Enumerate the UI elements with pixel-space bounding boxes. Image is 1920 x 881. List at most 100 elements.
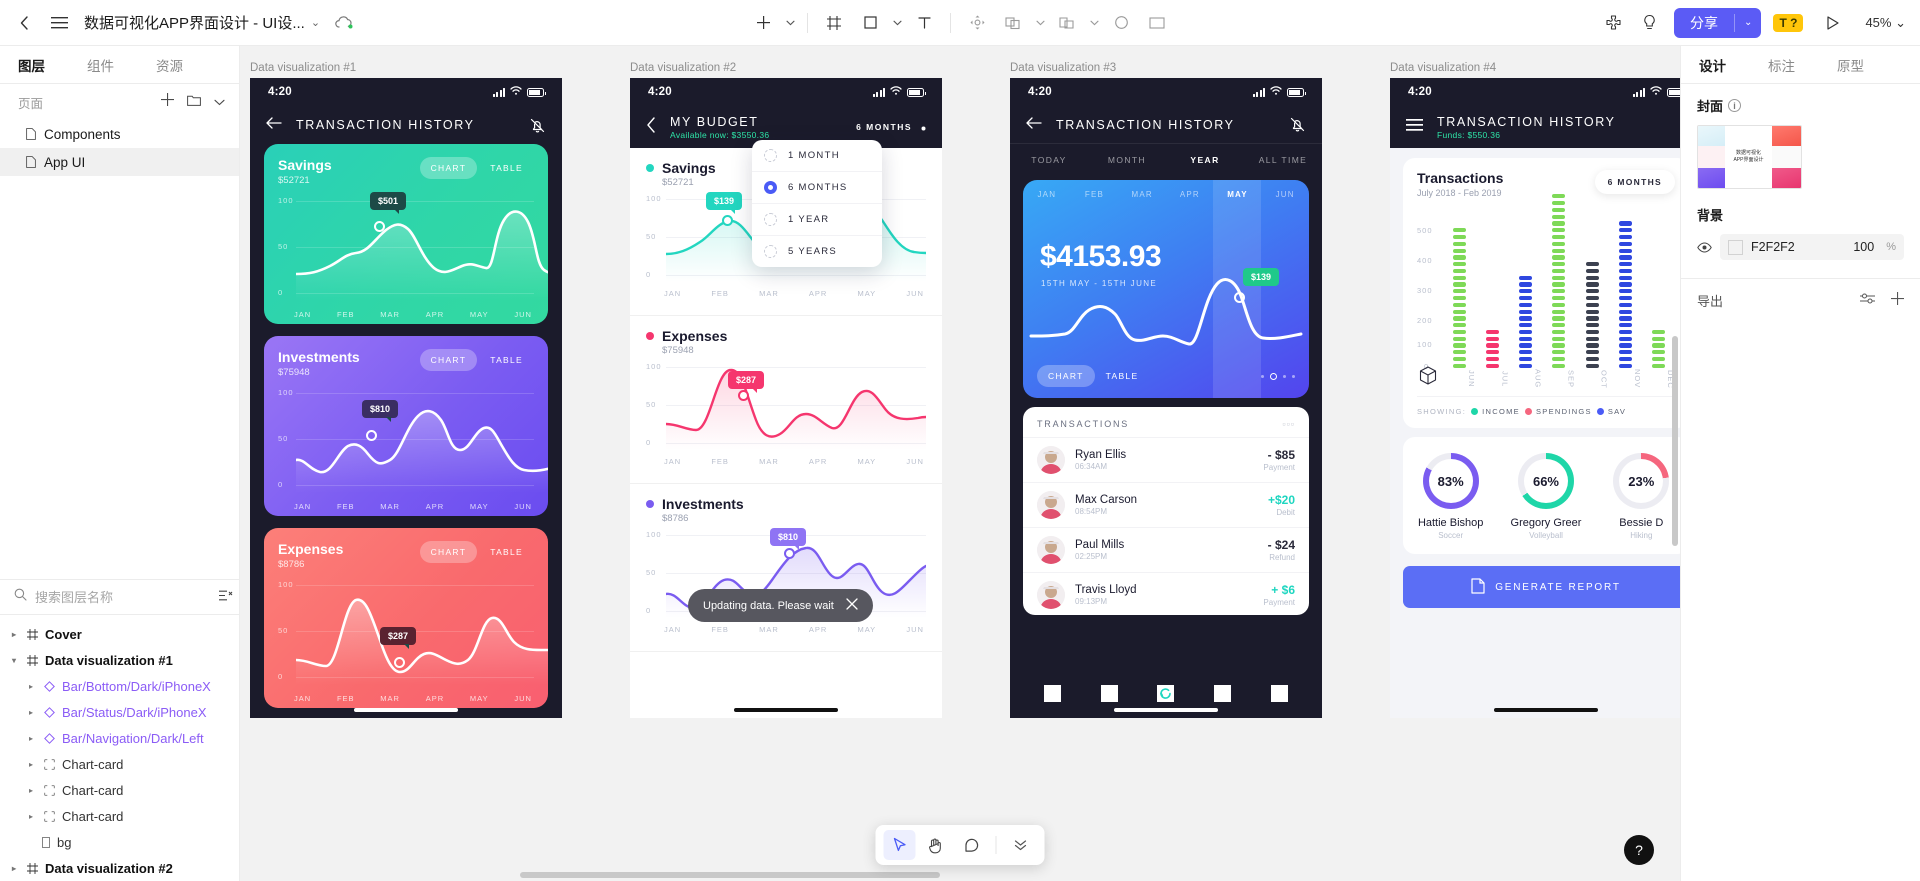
help-button[interactable]: ? xyxy=(1624,835,1654,865)
background-color-field[interactable]: F2F2F2 100 % xyxy=(1720,234,1904,260)
layer-twisty-icon[interactable]: ▸ xyxy=(25,734,37,743)
layer-row-bg[interactable]: bg xyxy=(0,829,239,855)
tab-components[interactable]: 组件 xyxy=(87,55,114,75)
ring-item-bessie[interactable]: 23% Bessie D Hiking xyxy=(1594,453,1680,540)
tab-square-2[interactable] xyxy=(1100,685,1118,702)
shape-rect-icon[interactable] xyxy=(853,6,887,40)
layer-row-dataviz1[interactable]: ▾ Data visualization #1 xyxy=(0,647,239,673)
bar-column-sep[interactable] xyxy=(1542,194,1575,368)
segment-table[interactable]: TABLE xyxy=(479,349,534,371)
layer-row-bar-navigation[interactable]: ▸ Bar/Navigation/Dark/Left xyxy=(0,725,239,751)
hero-data-point[interactable] xyxy=(1234,292,1245,303)
frame-label[interactable]: Data visualization #1 xyxy=(250,62,562,74)
period-selector[interactable]: 6 MONTHS xyxy=(856,118,926,136)
page-item-app-ui[interactable]: App UI xyxy=(0,148,239,176)
present-play-icon[interactable] xyxy=(1815,6,1849,40)
data-point-marker[interactable] xyxy=(374,221,385,232)
segment-table[interactable]: TABLE xyxy=(479,541,534,563)
month-may[interactable]: MAY xyxy=(1214,190,1262,199)
month-jun[interactable]: JUN xyxy=(1261,190,1309,199)
frame-data-visualization-3[interactable]: Data visualization #3 4:20 TRANSACTION H… xyxy=(1010,62,1322,718)
cursor-tool[interactable] xyxy=(883,830,916,860)
layer-twisty-icon[interactable]: ▸ xyxy=(25,812,37,821)
bell-off-icon[interactable] xyxy=(529,117,546,134)
tab-year[interactable]: YEAR xyxy=(1166,155,1244,165)
hand-tool[interactable] xyxy=(920,830,952,860)
hero-chart-card[interactable]: JAN FEB MAR APR MAY JUN $4153.93 15TH MA… xyxy=(1023,180,1309,398)
carousel-dot[interactable] xyxy=(1283,374,1286,378)
legend-item-savings[interactable]: SAV xyxy=(1596,407,1626,416)
segment-table[interactable]: TABLE xyxy=(479,157,534,179)
share-button[interactable]: 分享 ⌄ xyxy=(1674,7,1762,38)
ellipse-icon[interactable] xyxy=(1104,6,1138,40)
layer-row-chart-card-3[interactable]: ▸ Chart-card xyxy=(0,803,239,829)
transactions-chart-card[interactable]: Transactions July 2018 - Feb 2019 6 MONT… xyxy=(1403,158,1680,428)
bar-column-dec[interactable] xyxy=(1642,329,1675,368)
info-icon[interactable]: i xyxy=(1728,99,1742,112)
frame-label[interactable]: Data visualization #4 xyxy=(1390,62,1680,74)
frame-label[interactable]: Data visualization #3 xyxy=(1010,62,1322,74)
arrow-left-icon[interactable] xyxy=(1026,116,1042,134)
month-mar[interactable]: MAR xyxy=(1118,190,1166,199)
tab-square-1[interactable] xyxy=(1043,685,1061,702)
layer-row-bar-bottom[interactable]: ▸ Bar/Bottom/Dark/iPhoneX xyxy=(0,673,239,699)
ring-item-hattie[interactable]: 83% Hattie Bishop Soccer xyxy=(1403,453,1498,540)
tab-all-time[interactable]: ALL TIME xyxy=(1244,155,1322,165)
sliders-icon[interactable] xyxy=(1860,292,1875,310)
mask-chevron-down-icon[interactable] xyxy=(1086,6,1102,40)
horizontal-scrollbar[interactable] xyxy=(520,872,940,878)
segment-chart[interactable]: CHART xyxy=(419,541,478,563)
frame-data-visualization-4[interactable]: Data visualization #4 4:20 TRANSACTION H… xyxy=(1390,62,1680,718)
layer-twisty-icon[interactable]: ▾ xyxy=(8,656,20,665)
image-icon[interactable] xyxy=(1140,6,1174,40)
text-tool-icon[interactable] xyxy=(907,6,941,40)
month-jan[interactable]: JAN xyxy=(1023,190,1071,199)
month-feb[interactable]: FEB xyxy=(1071,190,1119,199)
layer-twisty-icon[interactable]: ▸ xyxy=(8,864,20,873)
legend-item-spendings[interactable]: SPENDINGS xyxy=(1524,407,1592,416)
zoom-control[interactable]: 45% ⌄ xyxy=(1865,15,1906,31)
add-chevron-down-icon[interactable] xyxy=(782,6,798,40)
layer-twisty-icon[interactable]: ▸ xyxy=(25,708,37,717)
carousel-dot[interactable] xyxy=(1292,374,1295,378)
dropdown-item-6-months[interactable]: 6 MONTHS xyxy=(752,172,882,204)
back-button[interactable] xyxy=(8,6,42,40)
layer-row-chart-card-2[interactable]: ▸ Chart-card xyxy=(0,777,239,803)
layer-row-bar-status[interactable]: ▸ Bar/Status/Dark/iPhoneX xyxy=(0,699,239,725)
plugin-icon[interactable] xyxy=(1596,6,1630,40)
frame-icon[interactable] xyxy=(817,6,851,40)
chart-card-savings[interactable]: Savings $52721 CHART TABLE 100 50 0 $501… xyxy=(264,144,548,324)
lightbulb-icon[interactable] xyxy=(1632,6,1666,40)
cube-icon[interactable] xyxy=(1419,366,1437,390)
tab-sync-active[interactable] xyxy=(1157,685,1175,702)
radio-unselected-icon[interactable] xyxy=(764,149,777,162)
tq-badge[interactable]: T ? xyxy=(1773,13,1804,32)
background-opacity-value[interactable]: 100 xyxy=(1853,240,1874,254)
arrow-left-icon[interactable] xyxy=(266,116,282,134)
tab-design[interactable]: 设计 xyxy=(1699,55,1726,75)
tab-square-5[interactable] xyxy=(1271,685,1289,702)
carousel-dot-active[interactable] xyxy=(1270,372,1277,380)
data-point-marker[interactable] xyxy=(784,548,795,559)
document-title[interactable]: 数据可视化APP界面设计 - UI设... xyxy=(84,12,305,33)
tab-prototype[interactable]: 原型 xyxy=(1837,55,1864,75)
boolean-icon[interactable] xyxy=(996,6,1030,40)
data-point-marker[interactable] xyxy=(366,430,377,441)
tab-layers[interactable]: 图层 xyxy=(18,55,45,75)
mask-icon[interactable] xyxy=(1050,6,1084,40)
radio-unselected-icon[interactable] xyxy=(764,213,777,226)
layer-twisty-icon[interactable]: ▸ xyxy=(25,760,37,769)
close-icon[interactable] xyxy=(846,598,858,613)
segment-chart[interactable]: CHART xyxy=(419,157,478,179)
layer-twisty-icon[interactable]: ▸ xyxy=(25,682,37,691)
tab-assets[interactable]: 资源 xyxy=(156,55,183,75)
dropdown-item-1-month[interactable]: 1 MONTH xyxy=(752,140,882,172)
bar-column-aug[interactable] xyxy=(1509,275,1542,368)
bell-off-icon[interactable] xyxy=(1289,116,1306,133)
chart-card-investments[interactable]: Investments $75948 CHART TABLE 100 50 0 … xyxy=(264,336,548,516)
table-row[interactable]: Travis Lloyd 09:13PM + $6 Payment xyxy=(1023,572,1309,615)
table-row[interactable]: Paul Mills 02:25PM - $24 Refund xyxy=(1023,527,1309,572)
segment-table[interactable]: TABLE xyxy=(1095,365,1150,387)
tab-annotation[interactable]: 标注 xyxy=(1768,55,1795,75)
search-input[interactable] xyxy=(35,589,211,605)
